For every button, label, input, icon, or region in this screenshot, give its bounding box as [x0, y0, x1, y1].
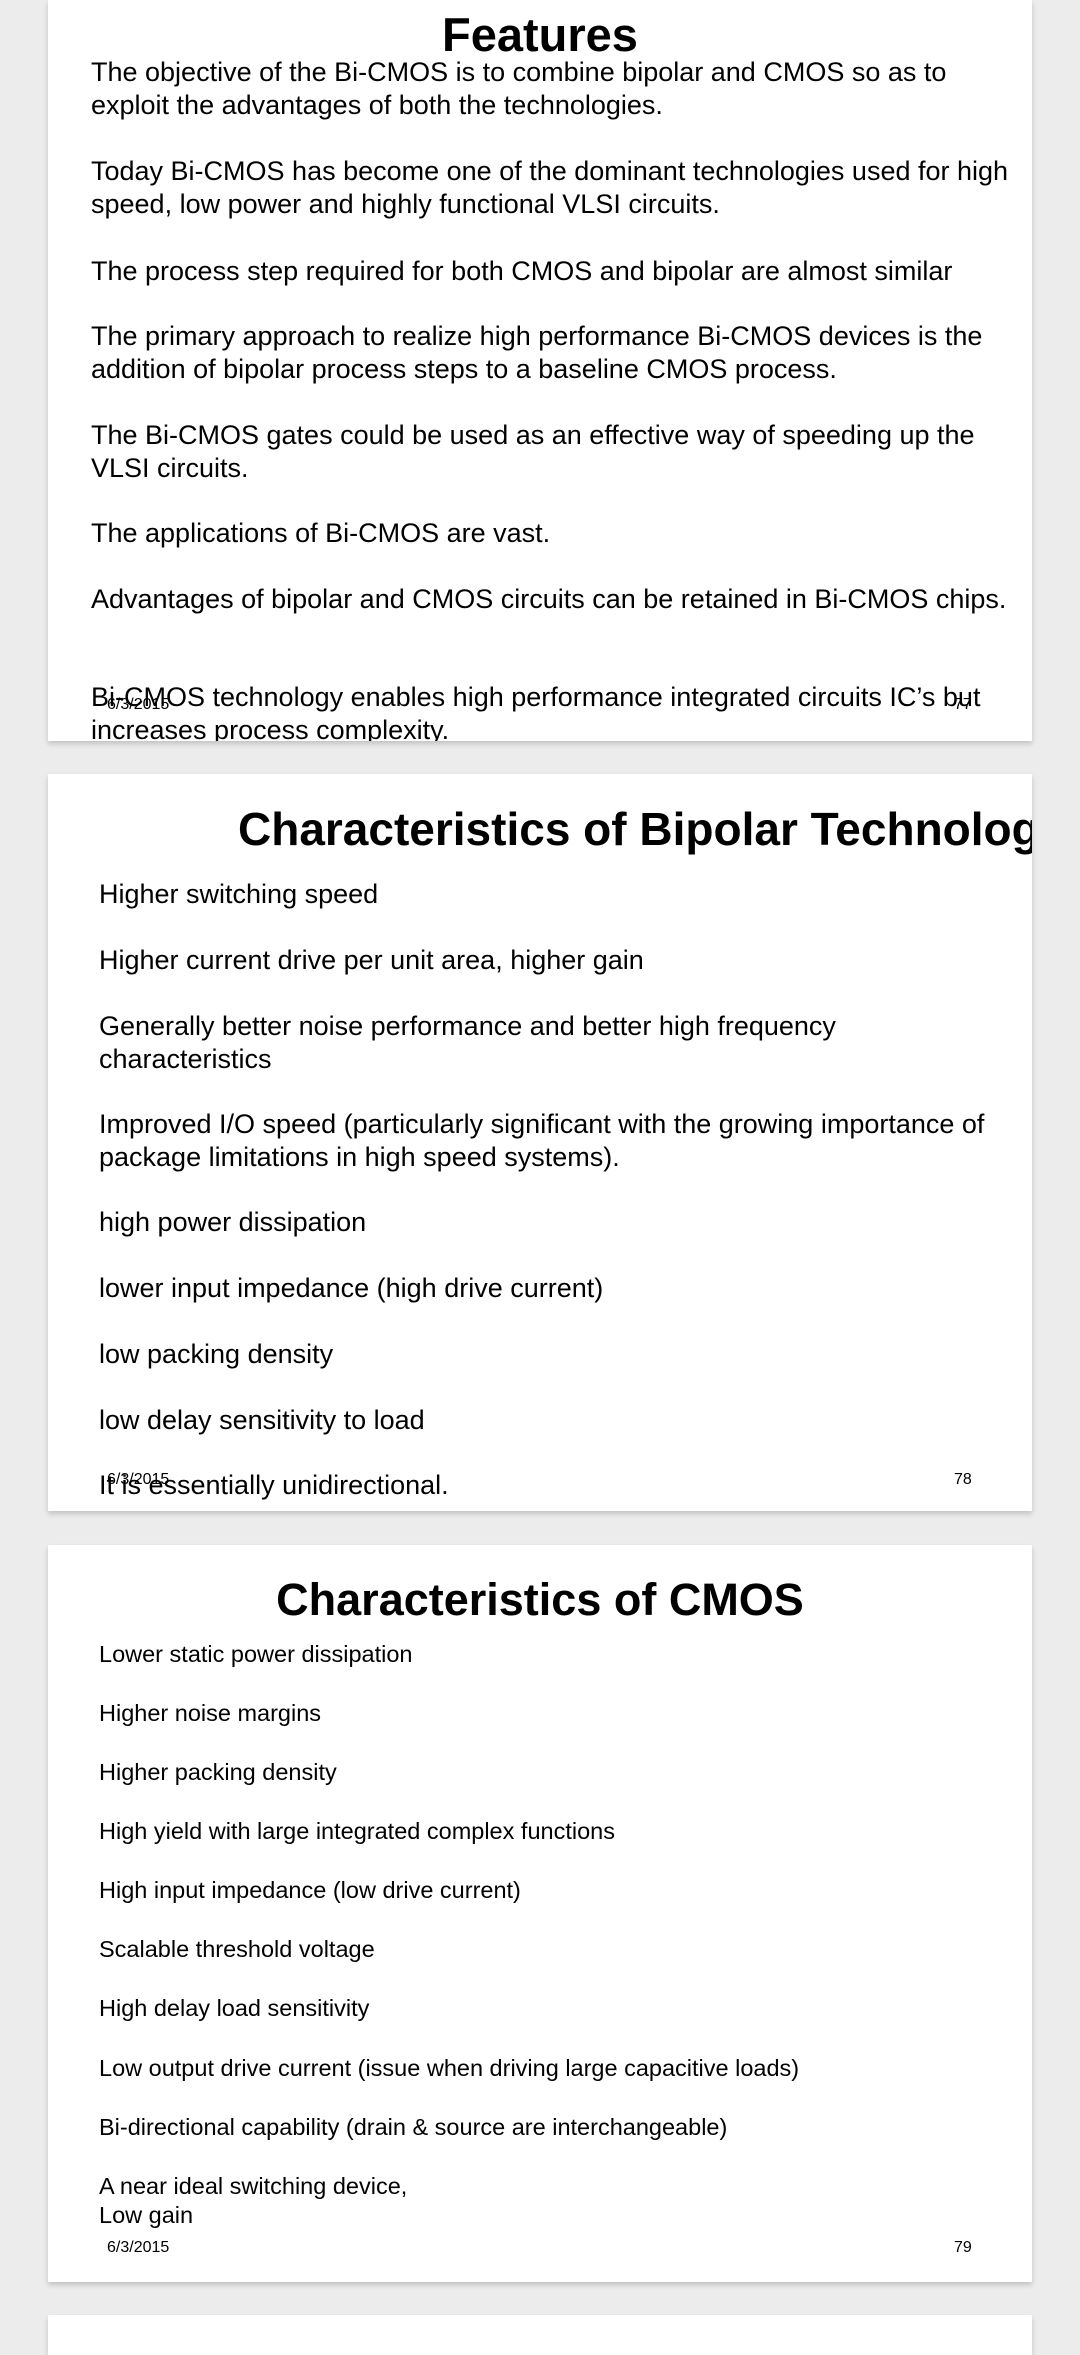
bullet-item: Low output drive current (issue when dri… — [99, 2055, 800, 2081]
bullet-item: The applications of Bi-CMOS are vast. — [91, 518, 551, 548]
slide-title: Characteristics of Bipolar Technology — [238, 803, 1032, 855]
bullet-item: Lower static power dissipation — [99, 1641, 413, 1667]
bullet-item: The Bi-CMOS gates could be used as an ef… — [91, 420, 975, 483]
bullet-item: The primary approach to realize high per… — [91, 321, 983, 384]
bullet-item: Today Bi-CMOS has become one of the domi… — [91, 156, 1009, 219]
slide-next-partial — [48, 2315, 1032, 2355]
slide-page-number: 77 — [954, 696, 972, 713]
bullet-item: Improved I/O speed (particularly signifi… — [99, 1109, 985, 1172]
bullet-item: Bi-CMOS technology enables high performa… — [91, 682, 981, 741]
bullet-item: lower input impedance (high drive curren… — [99, 1273, 604, 1303]
bullet-item: A near ideal switching device, — [99, 2173, 408, 2199]
bullet-item: Higher current drive per unit area, high… — [99, 945, 644, 975]
bullet-item: Advantages of bipolar and CMOS circuits … — [91, 584, 1007, 614]
slide-date: 6/3/2015 — [107, 1471, 170, 1488]
bullet-item: Higher packing density — [99, 1759, 337, 1785]
bullet-item: It is essentially unidirectional. — [99, 1470, 449, 1500]
slide-bipolar-characteristics: Characteristics of Bipolar Technology Hi… — [48, 774, 1032, 1511]
bullet-item: Bi-directional capability (drain & sourc… — [99, 2114, 728, 2140]
bullet-item: high power dissipation — [99, 1207, 367, 1237]
bullet-item: low packing density — [99, 1339, 334, 1369]
bullet-item: The process step required for both CMOS … — [91, 256, 953, 286]
bullet-item: High delay load sensitivity — [99, 1995, 370, 2021]
slide-features: Features The objective of the Bi-CMOS is… — [48, 0, 1032, 741]
slide-title: Characteristics of CMOS — [276, 1574, 804, 1625]
slide-page-number: 79 — [954, 2239, 972, 2256]
bullet-item: High input impedance (low drive current) — [99, 1877, 521, 1903]
slide-cmos-characteristics: Characteristics of CMOS Lower static pow… — [48, 1545, 1032, 2282]
bullet-item: Scalable threshold voltage — [99, 1936, 375, 1962]
bullet-item: High yield with large integrated complex… — [99, 1818, 615, 1844]
bullet-item: Higher noise margins — [99, 1700, 322, 1726]
bullet-item: low delay sensitivity to load — [99, 1405, 425, 1435]
slide-date: 6/3/2015 — [107, 696, 170, 713]
bullet-item: Generally better noise performance and b… — [99, 1011, 836, 1074]
bullet-item: Low gain — [99, 2202, 194, 2228]
bullet-item: The objective of the Bi-CMOS is to combi… — [91, 57, 947, 120]
slide-page-number: 78 — [954, 1471, 972, 1488]
slide-date: 6/3/2015 — [107, 2239, 170, 2256]
bullet-item: Higher switching speed — [99, 879, 379, 909]
